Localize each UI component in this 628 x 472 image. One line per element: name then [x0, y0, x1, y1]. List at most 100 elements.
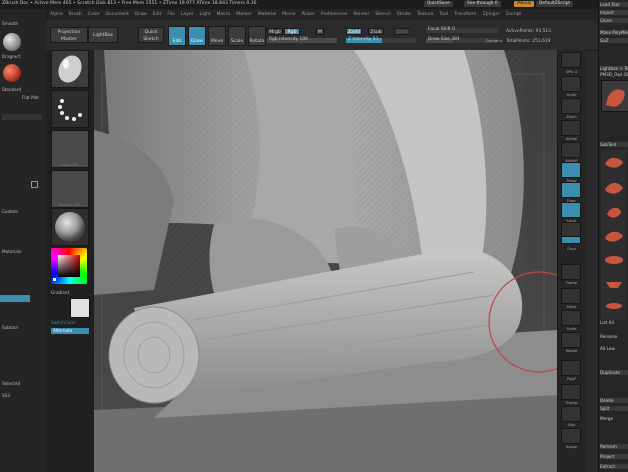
menu-layer[interactable]: Layer — [181, 12, 194, 17]
tool-item-lightbox-tools[interactable]: Lightbox > Tools — [600, 66, 628, 71]
tool-item-pm3d-owl-42[interactable]: PM3D_Owl 42 — [600, 72, 628, 77]
left-item-smooth[interactable]: Smooth — [2, 21, 18, 26]
left-item-dragrect[interactable]: Dragrect — [2, 54, 20, 59]
tool-item-delete[interactable]: Delete — [600, 398, 628, 403]
menu-stroke[interactable]: Stroke — [397, 12, 411, 17]
brush-sphere-icon[interactable] — [3, 33, 21, 51]
alternate-button[interactable]: Alternate — [51, 328, 89, 334]
menu-alpha[interactable]: Alpha — [50, 12, 63, 17]
frame-button[interactable] — [561, 264, 581, 280]
left-item-ss3[interactable]: SS3 — [2, 393, 10, 398]
tool-item-rename[interactable]: Rename — [600, 334, 628, 339]
tool-item-load-tool[interactable]: Load Tool — [600, 2, 628, 7]
tool-item-import[interactable]: Import — [600, 10, 628, 15]
default-zscript-button[interactable]: DefaultZScript — [536, 1, 574, 7]
zcut-button[interactable]: Zcut — [394, 28, 410, 35]
scale-button[interactable]: Scale — [228, 26, 246, 46]
left-item-custom[interactable]: Custom — [2, 209, 18, 214]
menu-color[interactable]: Color — [88, 12, 100, 17]
scale-view-button[interactable] — [561, 310, 581, 326]
menu-document[interactable]: Document — [106, 12, 129, 17]
spix-button[interactable] — [561, 52, 581, 68]
menu-edit[interactable]: Edit — [153, 12, 162, 17]
scroll-button[interactable] — [561, 76, 581, 92]
tool-item-remesh[interactable]: Remesh — [600, 444, 628, 449]
rotate-button[interactable]: Rotate — [248, 26, 266, 46]
left-item-standard[interactable]: Standard — [2, 87, 21, 92]
menu-macro[interactable]: Macro — [217, 12, 231, 17]
projection-master-button[interactable]: Projection Master — [50, 27, 88, 43]
lightbox-button[interactable]: LightBox — [88, 27, 118, 43]
color-picker[interactable] — [51, 248, 87, 284]
menu-movie[interactable]: Movie — [282, 12, 295, 17]
menu-marker[interactable]: Marker — [236, 12, 252, 17]
tool-item-project[interactable]: Project — [600, 454, 628, 459]
subtool-list[interactable] — [601, 150, 627, 320]
menu-material[interactable]: Material — [258, 12, 276, 17]
draw-button[interactable]: Draw — [188, 26, 206, 46]
rotate-view-button[interactable] — [561, 332, 581, 348]
left-active-row[interactable] — [0, 295, 30, 302]
focal-shift-slider[interactable]: Focal Shift 0 — [426, 27, 498, 33]
tool-item-duplicate[interactable]: Duplicate — [600, 370, 628, 375]
menu-texture[interactable]: Texture — [417, 12, 433, 17]
m-button[interactable]: M — [316, 28, 324, 35]
polyf-button[interactable] — [561, 360, 581, 376]
gradient-label[interactable]: Gradient — [51, 290, 69, 295]
menu-brush[interactable]: Brush — [69, 12, 82, 17]
menus-toggle[interactable]: Menus — [514, 1, 535, 7]
expand-icon[interactable] — [31, 181, 38, 188]
stroke-thumb[interactable] — [51, 90, 89, 128]
menu-light[interactable]: Light — [199, 12, 210, 17]
left-item-flat-mat[interactable]: Flat Mat — [22, 95, 39, 100]
material-sphere-icon[interactable] — [3, 64, 21, 82]
floor-button[interactable] — [561, 182, 581, 198]
zsub-button[interactable]: Zsub — [368, 28, 384, 35]
quicksave-button[interactable]: QuickSave — [424, 1, 453, 7]
switch-color-button[interactable]: SwitchColor — [51, 320, 76, 325]
gxyz-button[interactable] — [561, 236, 581, 244]
persp-button[interactable] — [561, 162, 581, 178]
material-thumb[interactable] — [51, 208, 89, 246]
zadd-button[interactable]: Zadd — [346, 28, 362, 35]
tool-item-split[interactable]: Split — [600, 406, 628, 411]
zoom-button[interactable] — [561, 98, 581, 114]
move-view-button[interactable] — [561, 288, 581, 304]
brush-thumb[interactable] — [51, 50, 89, 88]
left-item-materials[interactable]: Materials — [2, 249, 21, 254]
actual-button[interactable] — [561, 120, 581, 136]
left-item-selected[interactable]: Selected — [2, 381, 20, 386]
menu-picker[interactable]: Picker — [301, 12, 314, 17]
z-intensity-slider[interactable]: Z Intensity 51 — [346, 37, 416, 43]
quick-sketch-button[interactable]: Quick Sketch — [138, 27, 164, 43]
menu-transform[interactable]: Transform — [454, 12, 476, 17]
tool-thumbnail[interactable] — [601, 80, 628, 112]
menu-zscript[interactable]: Zscript — [506, 12, 522, 17]
left-item-subtool[interactable]: Subtool — [2, 325, 18, 330]
move-button[interactable]: Move — [208, 26, 226, 46]
edit-button[interactable]: Edit — [168, 26, 186, 46]
tool-item-clone[interactable]: Clone — [600, 18, 628, 23]
secondary-color-swatch[interactable] — [70, 298, 90, 318]
viewport-canvas[interactable] — [94, 50, 557, 472]
menu-preferences[interactable]: Preferences — [321, 12, 347, 17]
local-button[interactable] — [561, 202, 581, 218]
tool-item-make-polymesh3d[interactable]: Make PolyMesh3D — [600, 30, 628, 35]
menu-render[interactable]: Render — [353, 12, 369, 17]
owl-sculpt-render[interactable] — [94, 50, 557, 472]
tool-item-merge[interactable]: Merge — [600, 416, 628, 421]
rgb-intensity-slider[interactable]: Rgb Intensity 100 — [267, 37, 337, 43]
see-through-slider[interactable]: See-through 0 — [464, 1, 501, 7]
dynamic-toggle[interactable]: Dynamic — [486, 38, 503, 43]
menu-stencil[interactable]: Stencil — [375, 12, 390, 17]
transp-button[interactable] — [561, 384, 581, 400]
tool-item-list-all[interactable]: List All — [600, 320, 628, 325]
aahalf-button[interactable] — [561, 142, 581, 158]
solo-button[interactable] — [561, 406, 581, 422]
tool-item-subtool[interactable]: SubTool — [600, 142, 628, 147]
tool-item-goz[interactable]: GoZ — [600, 38, 628, 43]
xpose-button[interactable] — [561, 428, 581, 444]
menu-draw[interactable]: Draw — [135, 12, 147, 17]
tool-item-extract[interactable]: Extract — [600, 464, 628, 469]
tool-item-all-low[interactable]: All Low — [600, 346, 628, 351]
